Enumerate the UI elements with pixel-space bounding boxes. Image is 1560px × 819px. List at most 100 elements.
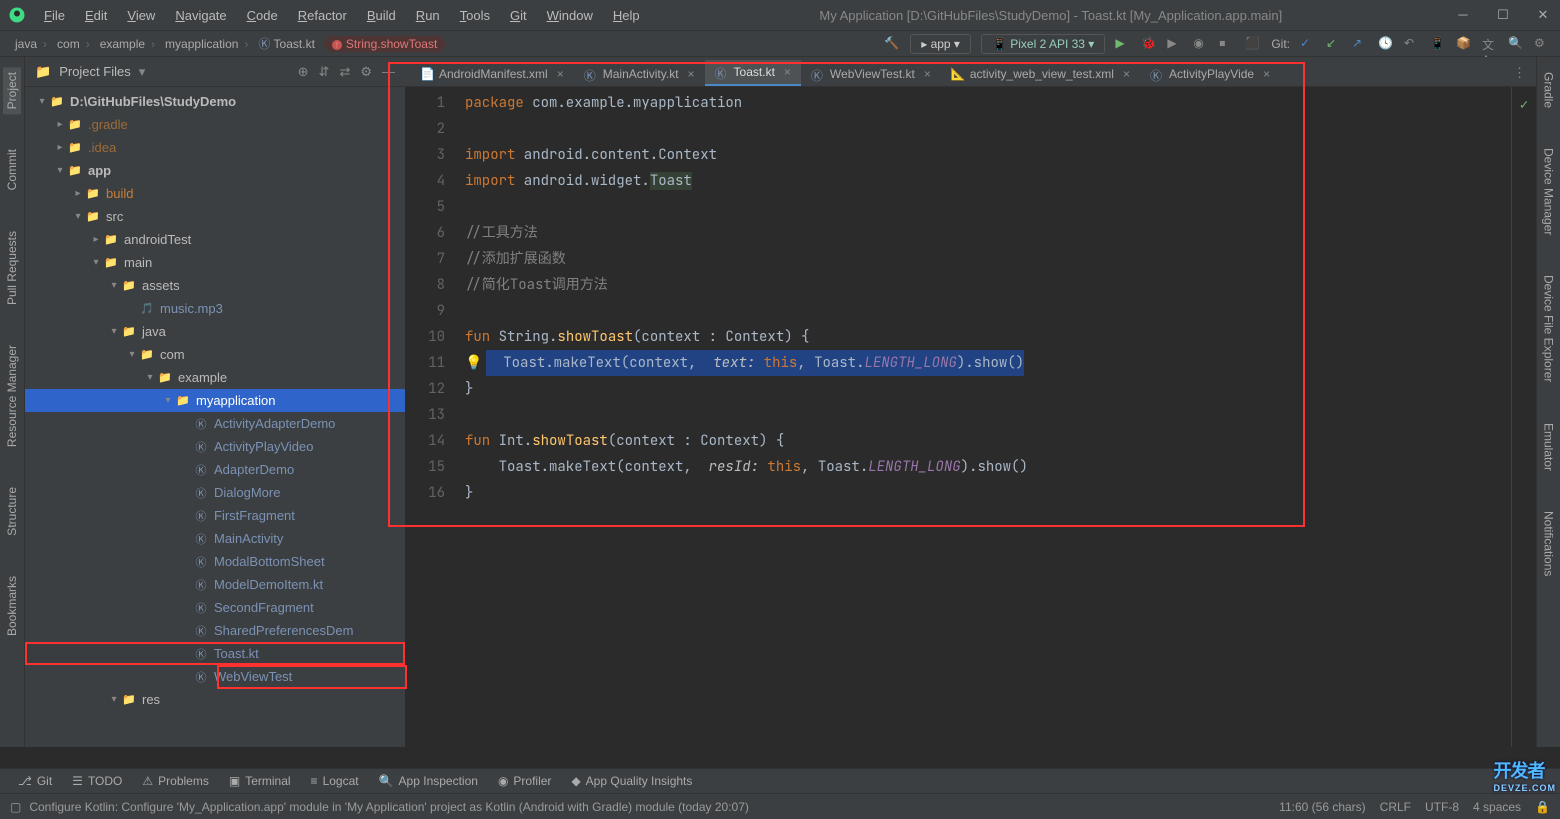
tree-item--gradle[interactable]: ▸📁.gradle xyxy=(25,113,405,136)
translate-icon[interactable]: 文A xyxy=(1482,36,1498,52)
tree-item-res[interactable]: ▾📁res xyxy=(25,688,405,711)
tree-item--idea[interactable]: ▸📁.idea xyxy=(25,136,405,159)
search-icon[interactable]: 🔍 xyxy=(1508,36,1524,52)
settings-icon[interactable]: ⚙ xyxy=(360,64,372,80)
bottom-tab-app-inspection[interactable]: 🔍App Inspection xyxy=(369,771,488,791)
bottom-tab-todo[interactable]: ☰TODO xyxy=(62,771,132,791)
minimize-button[interactable]: ─ xyxy=(1454,7,1472,23)
tree-item-java[interactable]: ▾📁java xyxy=(25,320,405,343)
menu-git[interactable]: Git xyxy=(502,5,535,26)
menu-view[interactable]: View xyxy=(119,5,163,26)
sync-icon[interactable]: 📱 xyxy=(1430,36,1446,52)
breadcrumb-java[interactable]: java xyxy=(10,37,52,51)
debug-icon[interactable]: 🐞 xyxy=(1141,36,1157,52)
status-square-icon[interactable]: ▢ xyxy=(10,800,21,814)
close-tab-icon[interactable]: × xyxy=(688,67,695,81)
menu-build[interactable]: Build xyxy=(359,5,404,26)
tree-item-com[interactable]: ▾📁com xyxy=(25,343,405,366)
tree-item-main[interactable]: ▾📁main xyxy=(25,251,405,274)
select-opened-icon[interactable]: ⊕ xyxy=(298,64,309,80)
git-rollback-icon[interactable]: ↶ xyxy=(1404,36,1420,52)
breadcrumb-com[interactable]: com xyxy=(52,37,95,51)
bottom-tab-git[interactable]: ⎇Git xyxy=(8,771,62,791)
status-UTF-8[interactable]: UTF-8 xyxy=(1425,800,1459,814)
menu-file[interactable]: File xyxy=(36,5,73,26)
tree-item-assets[interactable]: ▾📁assets xyxy=(25,274,405,297)
bottom-tab-logcat[interactable]: ≡Logcat xyxy=(301,771,369,791)
lock-icon[interactable]: 🔒 xyxy=(1535,800,1550,814)
avd-icon[interactable]: 📦 xyxy=(1456,36,1472,52)
expand-all-icon[interactable]: ⇵ xyxy=(319,64,330,80)
tree-item-Toast-kt[interactable]: ⓀToast.kt xyxy=(25,642,405,665)
profile-icon[interactable]: ◉ xyxy=(1193,36,1209,52)
inspection-ok-icon[interactable]: ✓ xyxy=(1512,92,1536,118)
coverage-icon[interactable]: ▶ xyxy=(1167,36,1183,52)
project-tree[interactable]: ▾📁D:\GitHubFiles\StudyDemo▸📁.gradle▸📁.id… xyxy=(25,87,405,747)
close-tab-icon[interactable]: × xyxy=(1263,67,1270,81)
bottom-tab-app-quality-insights[interactable]: ◆App Quality Insights xyxy=(561,771,702,791)
stop-icon[interactable]: ⬛ xyxy=(1245,36,1261,52)
editor-tab-AndroidManifest.xml[interactable]: 📄AndroidManifest.xml× xyxy=(410,62,574,86)
breadcrumb-example[interactable]: example xyxy=(95,37,160,51)
tree-item-music-mp3[interactable]: 🎵music.mp3 xyxy=(25,297,405,320)
source-code[interactable]: package com.example.myapplication import… xyxy=(460,87,1511,747)
run-config-selector[interactable]: ▸ app ▾ xyxy=(910,34,971,54)
git-push-icon[interactable]: ↗ xyxy=(1352,36,1368,52)
collapse-all-icon[interactable]: ⇄ xyxy=(339,64,350,80)
left-tab-commit[interactable]: Commit xyxy=(3,144,21,195)
bottom-tab-profiler[interactable]: ◉Profiler xyxy=(488,771,562,791)
menu-help[interactable]: Help xyxy=(605,5,648,26)
tree-item-build[interactable]: ▸📁build xyxy=(25,182,405,205)
breadcrumb-myapplication[interactable]: myapplication xyxy=(160,37,253,51)
left-tab-project[interactable]: Project xyxy=(3,67,21,114)
menu-window[interactable]: Window xyxy=(539,5,601,26)
editor-tab-activity_web_view_test.xml[interactable]: 📐activity_web_view_test.xml× xyxy=(941,62,1140,86)
breadcrumb-Toast.kt[interactable]: Ⓚ Toast.kt xyxy=(253,35,319,52)
git-update-icon[interactable]: ✓ xyxy=(1300,36,1316,52)
tree-item-AdapterDemo[interactable]: ⓀAdapterDemo xyxy=(25,458,405,481)
tree-item-app[interactable]: ▾📁app xyxy=(25,159,405,182)
settings-icon[interactable]: ⚙ xyxy=(1534,36,1550,52)
tree-item-ModelDemoItem-kt[interactable]: ⓀModelDemoItem.kt xyxy=(25,573,405,596)
tree-item-ModalBottomSheet[interactable]: ⓀModalBottomSheet xyxy=(25,550,405,573)
menu-tools[interactable]: Tools xyxy=(452,5,498,26)
attach-icon[interactable]: ⏹ xyxy=(1219,36,1235,52)
device-selector[interactable]: 📱 Pixel 2 API 33 ▾ xyxy=(981,34,1105,54)
tree-item-D--GitHubFiles-StudyDemo[interactable]: ▾📁D:\GitHubFiles\StudyDemo xyxy=(25,90,405,113)
close-tab-icon[interactable]: × xyxy=(557,67,564,81)
function-breadcrumb[interactable]: fString.showToast xyxy=(324,36,445,52)
right-tab-device-file-explorer[interactable]: Device File Explorer xyxy=(1540,270,1558,387)
menu-run[interactable]: Run xyxy=(408,5,448,26)
tree-item-src[interactable]: ▾📁src xyxy=(25,205,405,228)
menu-navigate[interactable]: Navigate xyxy=(167,5,234,26)
project-view-selector[interactable]: Project Files xyxy=(51,61,139,82)
bulb-icon[interactable]: 💡 xyxy=(465,354,482,372)
run-icon[interactable]: ▶ xyxy=(1115,36,1131,52)
tree-item-ActivityAdapterDemo[interactable]: ⓀActivityAdapterDemo xyxy=(25,412,405,435)
bottom-tab-terminal[interactable]: ▣Terminal xyxy=(219,771,301,791)
menu-refactor[interactable]: Refactor xyxy=(290,5,355,26)
right-tab-device-manager[interactable]: Device Manager xyxy=(1540,143,1558,240)
menu-code[interactable]: Code xyxy=(239,5,286,26)
tree-item-SharedPreferencesDem[interactable]: ⓀSharedPreferencesDem xyxy=(25,619,405,642)
tree-item-SecondFragment[interactable]: ⓀSecondFragment xyxy=(25,596,405,619)
left-tab-resource-manager[interactable]: Resource Manager xyxy=(3,340,21,452)
status-CRLF[interactable]: CRLF xyxy=(1380,800,1411,814)
tree-item-example[interactable]: ▾📁example xyxy=(25,366,405,389)
left-tab-structure[interactable]: Structure xyxy=(3,482,21,541)
close-tab-icon[interactable]: × xyxy=(924,67,931,81)
dropdown-icon[interactable]: ▾ xyxy=(139,64,146,80)
menu-edit[interactable]: Edit xyxy=(77,5,115,26)
tree-item-MainActivity[interactable]: ⓀMainActivity xyxy=(25,527,405,550)
more-tabs-icon[interactable]: ⋮ xyxy=(1503,60,1536,86)
status-4[interactable]: 4 spaces xyxy=(1473,800,1521,814)
build-icon[interactable]: 🔨 xyxy=(884,36,900,52)
right-tab-notifications[interactable]: Notifications xyxy=(1540,506,1558,581)
tree-item-ActivityPlayVideo[interactable]: ⓀActivityPlayVideo xyxy=(25,435,405,458)
tree-item-DialogMore[interactable]: ⓀDialogMore xyxy=(25,481,405,504)
editor-tab-Toast.kt[interactable]: ⓀToast.kt× xyxy=(705,60,801,86)
right-tab-gradle[interactable]: Gradle xyxy=(1540,67,1558,113)
status-11:60[interactable]: 11:60 (56 chars) xyxy=(1279,800,1366,814)
hide-icon[interactable]: — xyxy=(382,64,395,80)
maximize-button[interactable]: ☐ xyxy=(1494,7,1512,23)
